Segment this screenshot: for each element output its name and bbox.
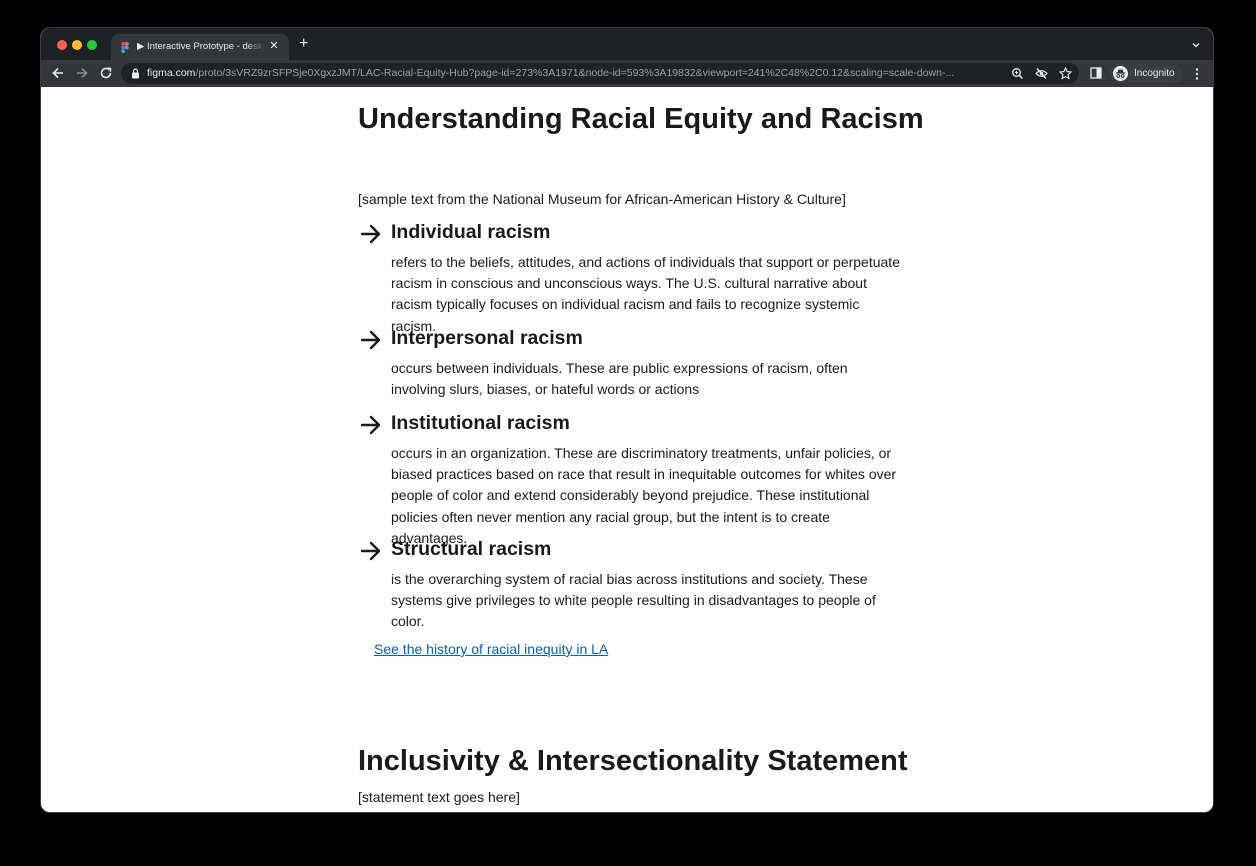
incognito-profile-button[interactable]: Incognito: [1110, 64, 1183, 83]
term-heading: Individual racism: [391, 221, 551, 243]
term-description: refers to the beliefs, attitudes, and ac…: [391, 254, 900, 334]
tab-close-icon[interactable]: ✕: [267, 39, 281, 53]
eye-slash-icon[interactable]: [1035, 67, 1048, 80]
arrow-right-icon: [360, 541, 381, 561]
browser-toolbar: figma.com/proto/3sVRZ9zrSFPSje0XgxzJMT/L…: [41, 60, 1213, 87]
browser-window: ▶ Interactive Prototype - desktop ✕ + fi…: [41, 28, 1213, 812]
term-heading: Interpersonal racism: [391, 327, 583, 349]
url-path: /proto/3sVRZ9zrSFPSje0XgxzJMT/LAC-Racial…: [195, 67, 955, 79]
arrow-right-icon: [360, 415, 381, 435]
arrow-right-icon: [360, 330, 381, 350]
statement-text: [statement text goes here]: [358, 789, 520, 805]
figma-icon: [121, 42, 129, 53]
back-arrow-icon[interactable]: [51, 66, 65, 80]
term-description: occurs between individuals. These are pu…: [391, 360, 848, 398]
forward-arrow-icon[interactable]: [75, 66, 89, 80]
history-link[interactable]: See the history of racial inequity in LA: [374, 641, 608, 657]
term-description: is the overarching system of racial bias…: [391, 571, 876, 630]
reload-icon[interactable]: [99, 66, 113, 80]
window-maximize-button[interactable]: [87, 40, 97, 50]
url-host: figma.com: [147, 67, 196, 79]
address-bar[interactable]: figma.com/proto/3sVRZ9zrSFPSje0XgxzJMT/L…: [121, 63, 1079, 84]
incognito-icon: [1113, 66, 1128, 81]
term-heading: Structural racism: [391, 538, 552, 560]
side-panel-icon[interactable]: [1090, 67, 1102, 79]
section-title-inclusivity: Inclusivity & Intersectionality Statemen…: [358, 745, 908, 777]
window-close-button[interactable]: [57, 40, 67, 50]
window-minimize-button[interactable]: [72, 40, 82, 50]
arrow-right-icon: [360, 224, 381, 244]
page-content: Understanding Racial Equity and Racism […: [41, 87, 1213, 812]
browser-tab-active[interactable]: ▶ Interactive Prototype - desktop ✕: [111, 34, 289, 60]
source-note: [sample text from the National Museum fo…: [358, 191, 846, 207]
incognito-label: Incognito: [1134, 68, 1175, 79]
url-text[interactable]: figma.com/proto/3sVRZ9zrSFPSje0XgxzJMT/L…: [147, 67, 1003, 79]
bookmark-star-icon[interactable]: [1059, 67, 1072, 80]
tab-strip: ▶ Interactive Prototype - desktop ✕ +: [41, 28, 1213, 60]
page-title: Understanding Racial Equity and Racism: [358, 103, 924, 135]
lock-icon[interactable]: [131, 68, 140, 79]
more-menu-icon[interactable]: [1191, 67, 1203, 81]
tab-title: ▶ Interactive Prototype - desktop: [137, 41, 265, 52]
term-description: occurs in an organization. These are dis…: [391, 445, 897, 546]
term-heading: Institutional racism: [391, 412, 570, 434]
zoom-icon[interactable]: [1011, 67, 1024, 80]
chevron-down-icon[interactable]: [1191, 40, 1201, 50]
new-tab-button[interactable]: +: [299, 36, 308, 52]
